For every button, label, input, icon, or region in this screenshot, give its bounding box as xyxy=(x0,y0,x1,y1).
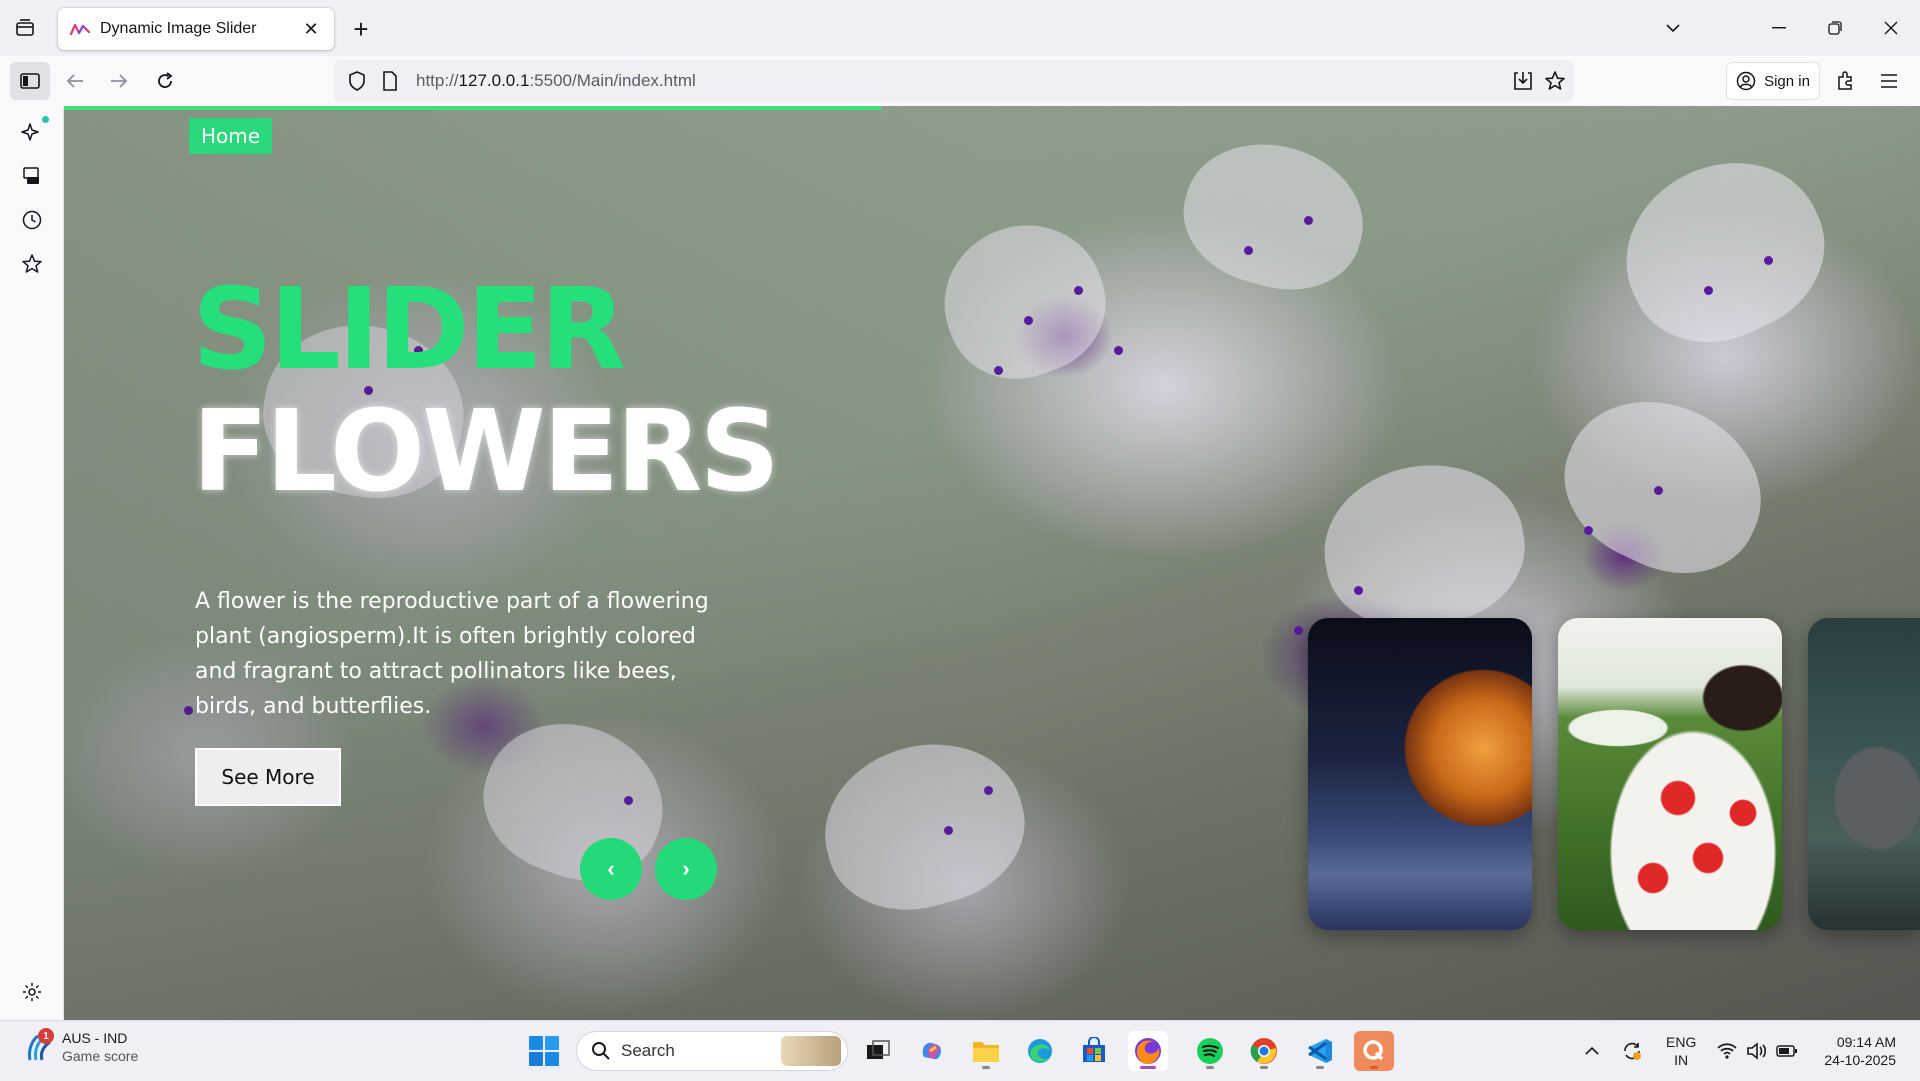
volume-icon[interactable] xyxy=(1746,1021,1768,1081)
task-view-icon[interactable] xyxy=(858,1031,898,1071)
forward-arrow-icon[interactable] xyxy=(104,66,134,96)
input-language-indicator[interactable]: ENG IN xyxy=(1666,1033,1696,1069)
notification-dot xyxy=(42,116,49,123)
tab-favicon-icon xyxy=(70,23,90,36)
sync-status-icon[interactable] xyxy=(1620,1021,1644,1081)
tab-strip: Dynamic Image Slider ✕ + xyxy=(0,0,1920,56)
hamburger-menu-icon[interactable] xyxy=(1876,68,1902,94)
firefox-icon[interactable] xyxy=(1128,1031,1168,1071)
page-icon[interactable] xyxy=(380,70,400,92)
slide-title-secondary: FLOWERS xyxy=(192,387,780,517)
page-viewport: Home SLIDER FLOWERS A flower is the repr… xyxy=(64,106,1920,1020)
slide-title-primary: SLIDER xyxy=(192,265,626,395)
file-explorer-icon[interactable] xyxy=(966,1031,1006,1071)
vscode-icon[interactable] xyxy=(1300,1031,1340,1071)
ai-sparkle-icon[interactable] xyxy=(20,120,44,144)
save-to-pocket-icon[interactable] xyxy=(1512,70,1534,92)
tab-title: Dynamic Image Slider xyxy=(100,20,257,37)
system-clock[interactable]: 09:14 AM 24-10-2025 xyxy=(1812,1033,1896,1069)
slider-next-button[interactable]: › xyxy=(655,838,717,900)
microsoft-store-icon[interactable] xyxy=(1074,1031,1114,1071)
reload-icon[interactable] xyxy=(150,66,180,96)
window-restore-icon[interactable] xyxy=(1820,14,1850,42)
sidebar-toggle-icon[interactable] xyxy=(10,62,50,100)
shield-icon[interactable] xyxy=(346,70,368,92)
see-more-button[interactable]: See More xyxy=(195,748,341,806)
new-tab-icon[interactable]: + xyxy=(346,14,376,44)
settings-gear-icon[interactable] xyxy=(20,980,44,1004)
copilot-icon[interactable] xyxy=(912,1031,952,1071)
window-minimize-icon[interactable] xyxy=(1764,14,1794,42)
sign-in-label: Sign in xyxy=(1764,72,1810,90)
tab-overview-icon[interactable] xyxy=(10,14,40,42)
search-icon xyxy=(592,1042,610,1060)
url-bar[interactable]: http://127.0.0.1:5500/Main/index.html xyxy=(334,60,1574,102)
chevron-left-icon: ‹ xyxy=(607,856,615,881)
chevron-down-icon[interactable] xyxy=(1660,16,1686,40)
bookmarks-star-icon[interactable] xyxy=(20,252,44,276)
show-hidden-icons-chevron-up-icon[interactable] xyxy=(1584,1021,1600,1081)
spotify-icon[interactable] xyxy=(1190,1031,1230,1071)
slider-prev-button[interactable]: ‹ xyxy=(580,838,642,900)
active-tab[interactable]: Dynamic Image Slider ✕ xyxy=(58,8,334,50)
region-code: IN xyxy=(1674,1052,1689,1068)
extensions-icon[interactable] xyxy=(1832,68,1858,94)
bookmark-star-icon[interactable] xyxy=(1544,70,1566,92)
thumbnail-elephant[interactable] xyxy=(1808,618,1920,930)
search-highlight-image xyxy=(781,1036,841,1066)
history-clock-icon[interactable] xyxy=(20,208,44,232)
account-icon xyxy=(1736,71,1756,91)
clock-time: 09:14 AM xyxy=(1836,1034,1896,1050)
synced-tabs-icon[interactable] xyxy=(20,164,44,188)
chevron-right-icon: › xyxy=(682,856,690,881)
battery-icon[interactable] xyxy=(1776,1021,1798,1081)
sign-in-button[interactable]: Sign in xyxy=(1726,62,1820,100)
taskbar-search-box[interactable]: Search xyxy=(576,1031,848,1071)
window-close-icon[interactable] xyxy=(1876,14,1906,42)
windows-start-icon[interactable] xyxy=(528,1035,560,1067)
widget-subtitle: Game score xyxy=(62,1048,139,1064)
chrome-icon[interactable] xyxy=(1244,1031,1284,1071)
wifi-icon[interactable] xyxy=(1716,1021,1738,1081)
thumbnail-frozen-bubble[interactable] xyxy=(1308,618,1532,930)
nav-bar: http://127.0.0.1:5500/Main/index.html Si… xyxy=(0,56,1920,106)
windows-taskbar: 1 AUS - IND Game score Search ENG IN 09:… xyxy=(0,1020,1920,1080)
widgets-button[interactable]: 1 AUS - IND Game score xyxy=(24,1028,139,1065)
browser-sidebar xyxy=(0,106,64,1020)
cricket-widget-icon: 1 xyxy=(24,1028,54,1062)
clock-date: 24-10-2025 xyxy=(1824,1052,1896,1068)
home-nav-link[interactable]: Home xyxy=(189,118,273,154)
language-code: ENG xyxy=(1666,1034,1697,1050)
search-label: Search xyxy=(621,1041,675,1060)
notification-badge: 1 xyxy=(38,1028,54,1044)
q-app-icon[interactable] xyxy=(1354,1031,1394,1071)
url-text[interactable]: http://127.0.0.1:5500/Main/index.html xyxy=(416,71,696,91)
slide-description: A flower is the reproductive part of a f… xyxy=(195,589,709,719)
back-arrow-icon[interactable] xyxy=(60,66,90,96)
tab-close-icon[interactable]: ✕ xyxy=(300,18,322,40)
slide-progress-bar xyxy=(64,106,881,110)
widget-title: AUS - IND xyxy=(62,1030,128,1046)
thumbnail-puppy-in-cup[interactable] xyxy=(1558,618,1782,930)
edge-browser-icon[interactable] xyxy=(1020,1031,1060,1071)
